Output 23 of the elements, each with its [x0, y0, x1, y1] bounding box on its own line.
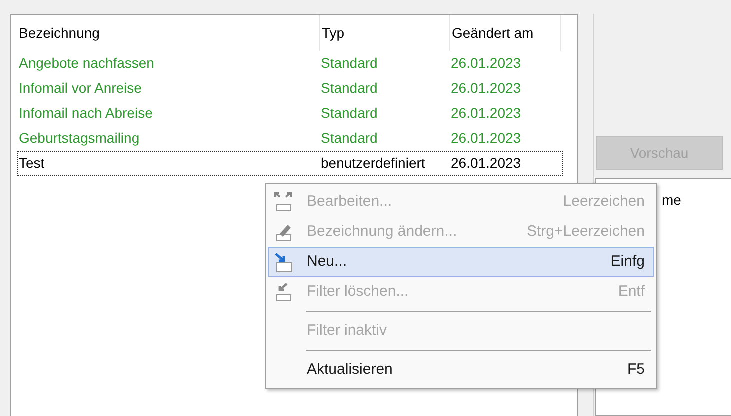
table-cell-text: 26.01.2023	[450, 79, 522, 98]
table-cell-text: Standard	[320, 104, 379, 123]
table-cell-text: Test	[18, 154, 46, 173]
menu-item[interactable]: Neu... Einfg	[268, 247, 654, 277]
table-cell-text: Angebote nachfassen	[18, 54, 156, 73]
column-header[interactable]: Typ	[320, 15, 450, 51]
table-cell-text: 26.01.2023	[450, 104, 522, 123]
column-header[interactable]: Bezeichnung	[17, 15, 320, 51]
column-header[interactable]: Geändert am	[450, 15, 561, 51]
arrows-icon	[273, 191, 295, 213]
table-cell-text: Standard	[320, 129, 379, 148]
table-cell-text: 26.01.2023	[450, 54, 522, 73]
table-cell-text: Infomail vor Anreise	[18, 79, 143, 98]
arrow-into-box-icon	[273, 251, 295, 273]
table-cell-text: 26.01.2023	[450, 154, 522, 173]
table-cell-text: Standard	[320, 79, 379, 98]
panel-text: me	[662, 192, 682, 208]
table-cell-text: 26.01.2023	[450, 129, 522, 148]
table-cell-text: Geburtstagsmailing	[18, 129, 141, 148]
menu-item[interactable]: Aktualisieren F5	[268, 355, 654, 385]
table-cell-text: Standard	[320, 54, 379, 73]
table-cell-text: Infomail nach Abreise	[18, 104, 154, 123]
table-cell-text: benutzerdefiniert	[320, 154, 426, 173]
